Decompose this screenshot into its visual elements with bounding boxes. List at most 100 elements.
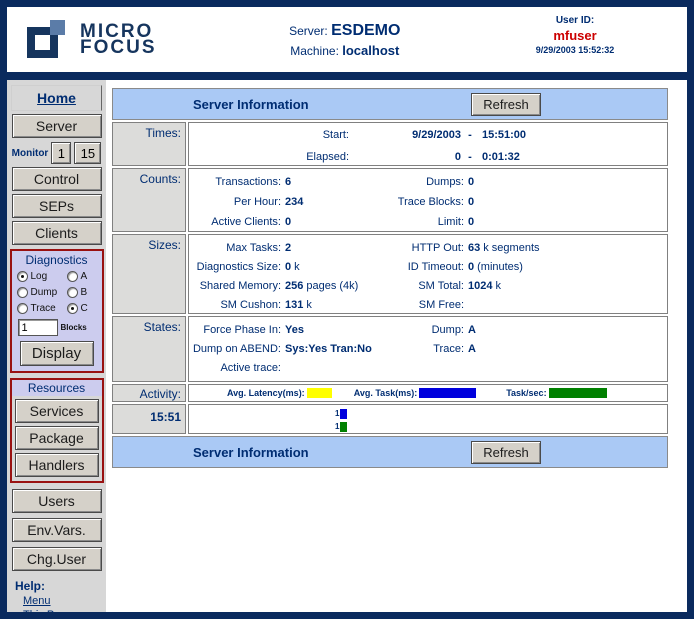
- radio-dump[interactable]: Dump: [17, 287, 67, 298]
- blocks-input[interactable]: [18, 319, 58, 336]
- field-value: 6: [281, 172, 393, 192]
- monitor-row: Monitor 1 15: [7, 142, 106, 164]
- times-section: Times: Start: 9/29/2003 - 15:51:00 Elaps…: [112, 122, 668, 166]
- field-value: 234: [281, 192, 393, 212]
- radio-log[interactable]: Log: [17, 271, 67, 282]
- seps-button[interactable]: SEPs: [12, 194, 102, 218]
- activity-data-section: 15:51 1 1: [112, 404, 668, 434]
- radio-dump-icon[interactable]: [17, 287, 28, 298]
- server-label: Server:: [289, 24, 328, 38]
- times-content: Start: 9/29/2003 - 15:51:00 Elapsed: 0 -…: [188, 122, 668, 166]
- field-value: 0: [464, 172, 667, 192]
- resources-panel: Resources Services Package Handlers: [10, 378, 104, 483]
- logo-inner-square: [50, 20, 65, 35]
- main-content: Server Information Refresh Times: Start:…: [106, 80, 687, 612]
- help-link-menu[interactable]: Menu: [23, 595, 106, 607]
- legend-label: Avg. Latency(ms):: [227, 388, 305, 398]
- field-value: 1024k: [464, 277, 667, 296]
- field-label: Dump on ABEND:: [189, 340, 281, 359]
- package-button[interactable]: Package: [15, 426, 99, 450]
- activity-label: Activity:: [112, 384, 186, 402]
- data-row: Active trace:: [189, 359, 667, 378]
- field-value: [281, 359, 393, 378]
- handlers-button[interactable]: Handlers: [15, 453, 99, 477]
- field-value: [464, 296, 667, 314]
- services-button[interactable]: Services: [15, 399, 99, 423]
- machine-line: Machine: localhost: [289, 43, 400, 58]
- login-timestamp: 9/29/2003 15:52:32: [515, 45, 635, 55]
- data-row: Transactions: 6 Dumps: 0: [189, 172, 667, 192]
- blocks-label: Blocks: [61, 323, 87, 332]
- user-id-label: User ID:: [515, 15, 635, 26]
- clients-button[interactable]: Clients: [12, 221, 102, 245]
- field-label: ID Timeout:: [393, 258, 464, 277]
- field-value: 2: [281, 239, 393, 258]
- server-button[interactable]: Server: [12, 114, 102, 138]
- radio-c-label: C: [81, 303, 88, 314]
- field-label: SM Total:: [393, 277, 464, 296]
- server-info-header-bottom: Server Information Refresh: [112, 436, 668, 468]
- page-body: Home Server Monitor 1 15 Control SEPs Cl…: [7, 80, 687, 612]
- chguser-button[interactable]: Chg.User: [12, 547, 102, 571]
- display-button[interactable]: Display: [20, 341, 94, 366]
- home-link[interactable]: Home: [37, 90, 76, 106]
- legend-item: Task/sec:: [506, 388, 606, 398]
- bar-value: 1: [335, 422, 339, 431]
- refresh-button-bottom[interactable]: Refresh: [471, 441, 541, 464]
- field-value: 0: [464, 192, 667, 212]
- radio-a[interactable]: A: [67, 271, 103, 282]
- field-label: Max Tasks:: [189, 239, 281, 258]
- counts-content: Transactions: 6 Dumps: 0 Per Hour: 234 T…: [188, 168, 668, 232]
- envvars-button[interactable]: Env.Vars.: [12, 518, 102, 542]
- field-value: 256pages (4k): [281, 277, 393, 296]
- radio-dump-label: Dump: [31, 287, 58, 298]
- sidebar-item-home[interactable]: Home: [11, 85, 102, 111]
- states-content: Force Phase In: Yes Dump: A Dump on ABEN…: [188, 316, 668, 382]
- diagnostics-panel: Diagnostics Log A Dump: [10, 249, 104, 373]
- field-label: Limit:: [393, 212, 464, 232]
- field-label: [393, 359, 464, 378]
- radio-b-icon[interactable]: [67, 287, 78, 298]
- field-label: Elapsed:: [189, 151, 349, 166]
- refresh-button-top[interactable]: Refresh: [471, 93, 541, 116]
- radio-trace[interactable]: Trace: [17, 303, 67, 314]
- tasksec-bar: [340, 422, 347, 432]
- radio-trace-icon[interactable]: [17, 303, 28, 314]
- activity-time-label: 15:51: [112, 404, 186, 434]
- radio-log-icon[interactable]: [17, 271, 28, 282]
- data-row: Per Hour: 234 Trace Blocks: 0: [189, 192, 667, 212]
- monitor-1-button[interactable]: 1: [51, 142, 71, 164]
- radio-a-icon[interactable]: [67, 271, 78, 282]
- resources-title: Resources: [12, 380, 102, 396]
- field-value: 63k segments: [464, 239, 667, 258]
- activity-bar-row: 1: [335, 420, 667, 433]
- control-button[interactable]: Control: [12, 167, 102, 191]
- field-value: 0: [281, 212, 393, 232]
- field-label: Active trace:: [189, 359, 281, 378]
- users-button[interactable]: Users: [12, 489, 102, 513]
- help-link-this-page[interactable]: This Page: [23, 609, 106, 612]
- radio-b[interactable]: B: [67, 287, 103, 298]
- states-label: States:: [112, 316, 186, 382]
- data-row: Dump on ABEND: Sys:Yes Tran:No Trace: A: [189, 340, 667, 359]
- field-label: Dumps:: [393, 172, 464, 192]
- field-label: Trace Blocks:: [393, 192, 464, 212]
- field-label: SM Free:: [393, 296, 464, 314]
- section-title-top: Server Information: [193, 97, 309, 112]
- section-title-bottom: Server Information: [193, 445, 309, 460]
- radio-c[interactable]: C: [67, 303, 103, 314]
- server-information-table: Server Information Refresh Times: Start:…: [112, 88, 668, 468]
- help-block: Help: Menu This Page Contents: [15, 579, 106, 612]
- server-line: Server: ESDEMO: [289, 22, 400, 40]
- sizes-label: Sizes:: [112, 234, 186, 314]
- data-row: Active Clients: 0 Limit: 0: [189, 212, 667, 232]
- diagnostics-radio-grid: Log A Dump B: [12, 271, 102, 314]
- legend-label: Task/sec:: [506, 388, 546, 398]
- blocks-row: Blocks: [18, 319, 102, 336]
- field-value: A: [464, 321, 667, 340]
- data-row: Diagnostics Size: 0k ID Timeout: 0(minut…: [189, 258, 667, 277]
- task-bar: [340, 409, 347, 419]
- field-value: 0: [349, 151, 461, 166]
- radio-c-icon[interactable]: [67, 303, 78, 314]
- monitor-15-button[interactable]: 15: [74, 142, 101, 164]
